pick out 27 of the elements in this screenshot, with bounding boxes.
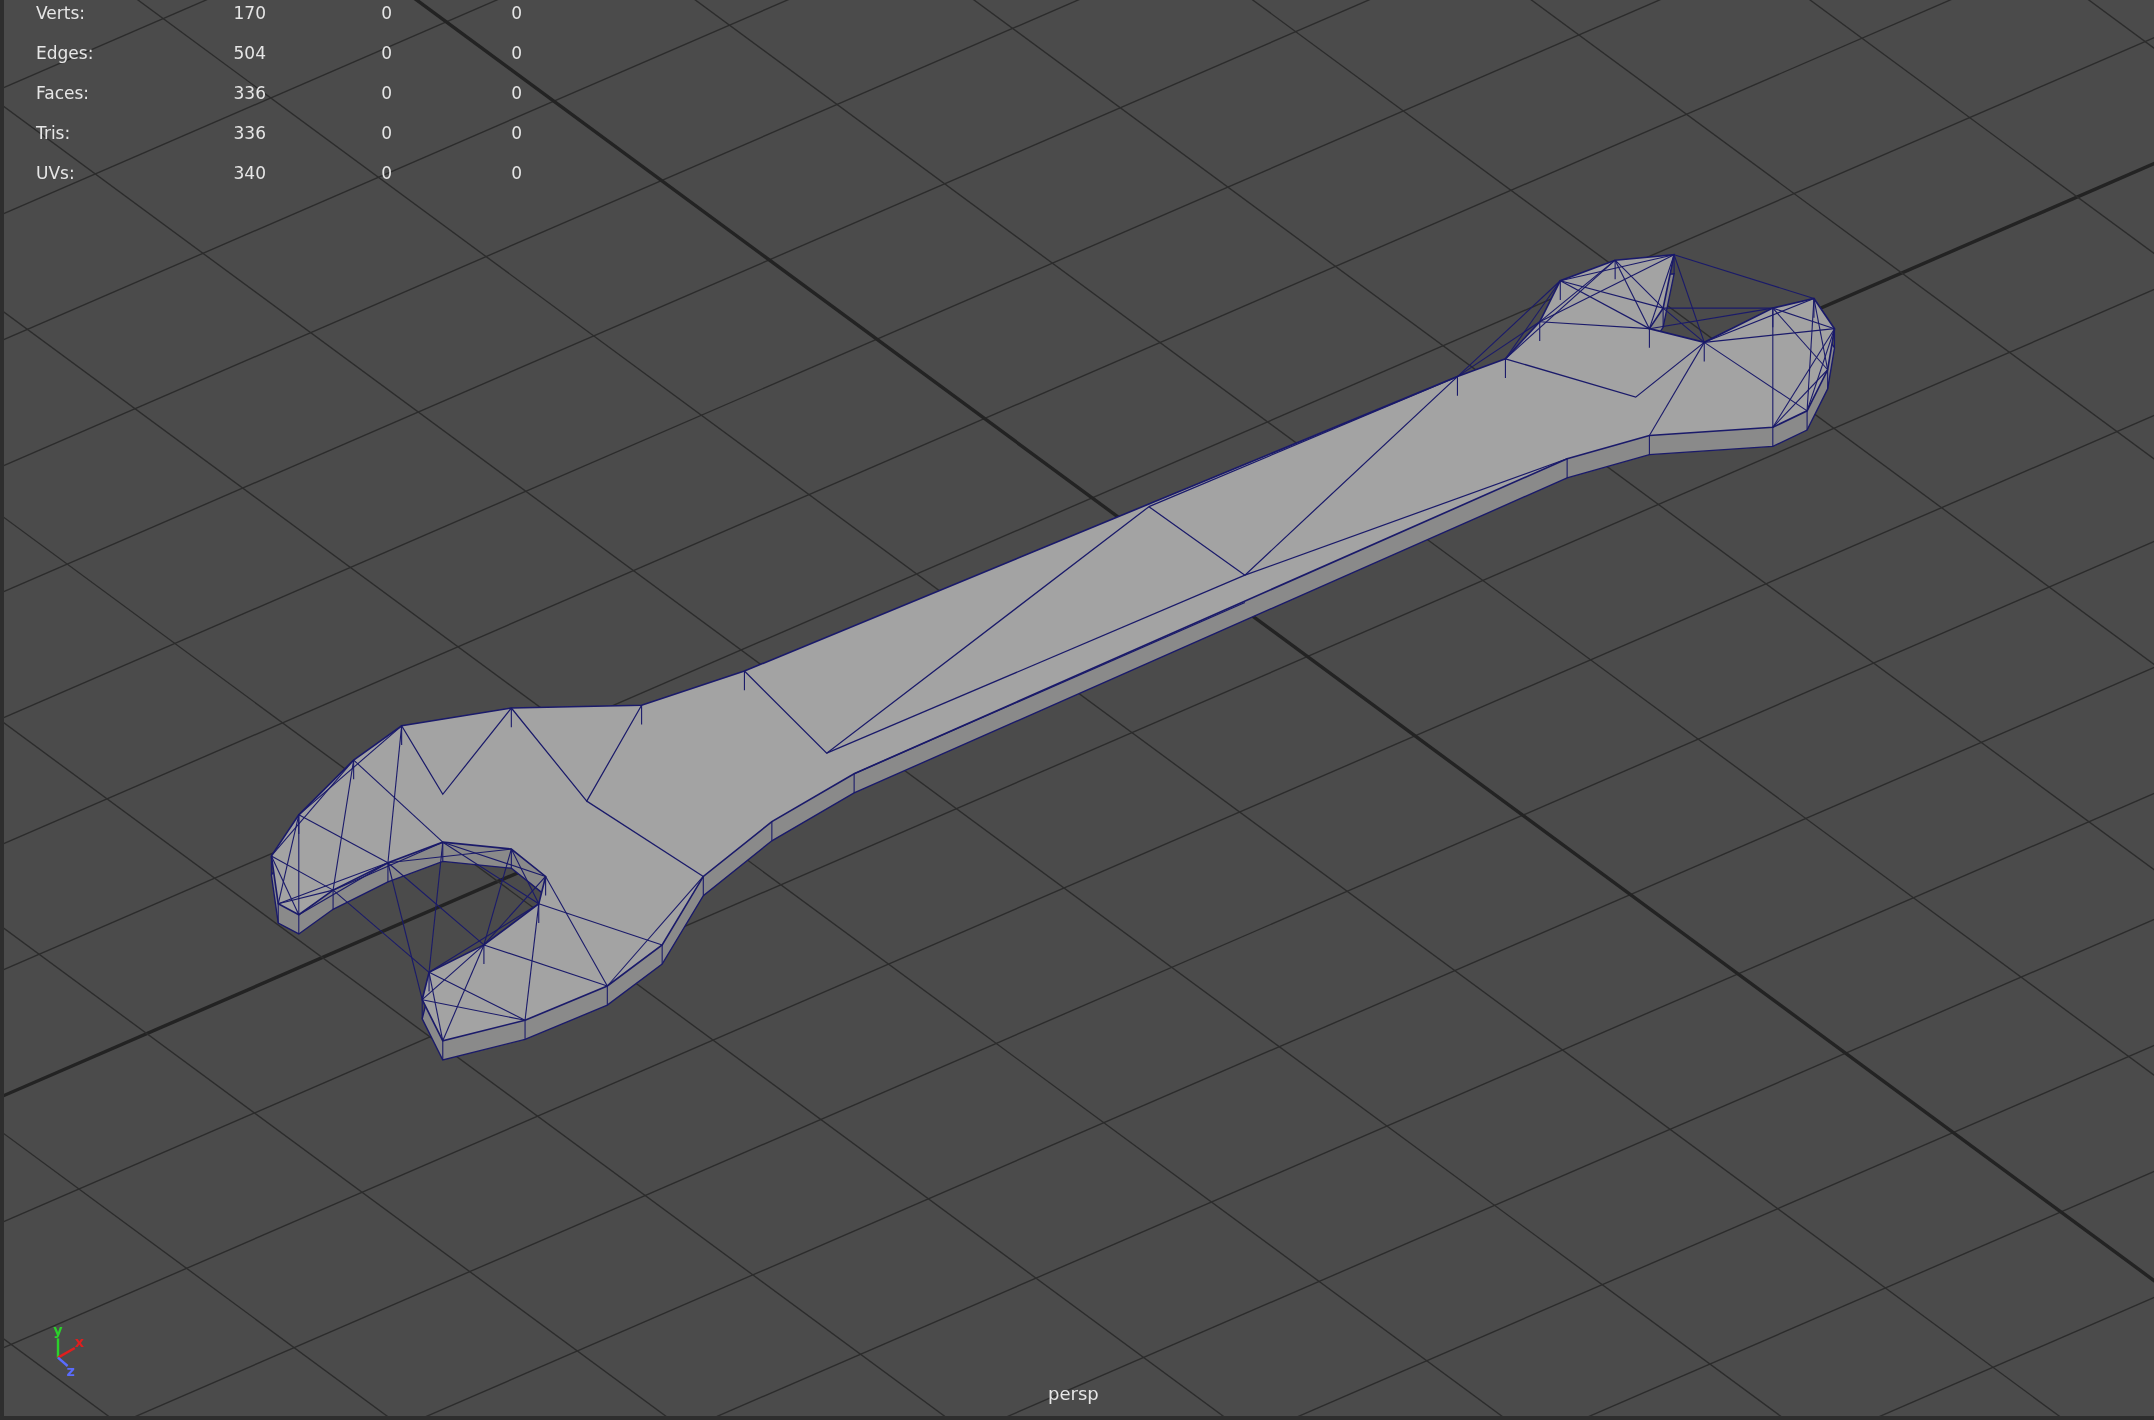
stat-value: 0 — [510, 122, 523, 145]
axis-label: y — [53, 1321, 63, 1338]
stat-label: Tris: — [36, 122, 72, 145]
stat-label: UVs: — [36, 162, 76, 185]
stat-label: Faces: — [36, 82, 91, 105]
stat-label: Edges: — [36, 42, 95, 65]
stat-value: 0 — [380, 82, 393, 105]
stat-value: 170 — [232, 2, 266, 25]
stat-value: 0 — [510, 82, 523, 105]
stat-value: 0 — [380, 42, 393, 65]
stat-value: 0 — [380, 2, 393, 25]
axis-gizmo-icon — [56, 1338, 76, 1367]
axis-label: z — [66, 1362, 75, 1378]
stat-value: 0 — [510, 2, 523, 25]
camera-name: persp — [1048, 1383, 1099, 1404]
stat-value: 0 — [380, 162, 393, 185]
stat-value: 0 — [380, 122, 393, 145]
stat-value: 336 — [232, 122, 266, 145]
axis-label: x — [74, 1333, 85, 1350]
stat-value: 0 — [510, 42, 523, 65]
viewport[interactable]: Verts: 170 0 0 Edges: 504 0 0 Faces: 336 0 0 Tris: 336 0 0 UVs: 340 0 0 y x z persp — [0, 0, 2154, 1420]
stat-value: 340 — [232, 162, 266, 185]
stat-label: Verts: — [36, 2, 86, 25]
stat-value: 0 — [510, 162, 523, 185]
wrench-model-drawing[interactable] — [270, 253, 1836, 1061]
stat-value: 336 — [232, 82, 266, 105]
stat-value: 504 — [232, 42, 266, 65]
